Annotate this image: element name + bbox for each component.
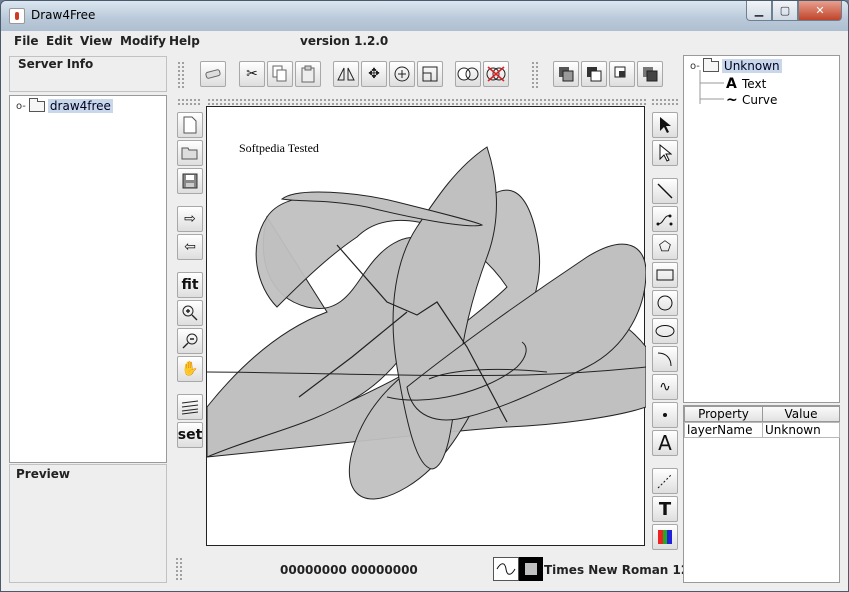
point-tool-icon[interactable]	[652, 402, 678, 428]
order-forward-icon[interactable]	[609, 61, 635, 87]
drawing-canvas[interactable]: Softpedia Tested	[206, 106, 646, 547]
fill-color-inner	[525, 563, 537, 575]
server-info-title: Server Info	[18, 57, 94, 71]
polyline-tool-icon[interactable]	[652, 206, 678, 232]
flip-icon[interactable]	[333, 61, 359, 87]
left-toolbar-grip[interactable]	[177, 98, 201, 106]
polygon-tool-icon[interactable]: ⬠	[652, 234, 678, 260]
scissors-icon[interactable]: ✂	[239, 61, 265, 87]
layers-icon[interactable]	[177, 394, 203, 420]
no-union-icon[interactable]	[483, 61, 509, 87]
open-folder-icon[interactable]	[177, 140, 203, 166]
scale-icon[interactable]	[417, 61, 443, 87]
ellipse-tool-icon[interactable]	[652, 318, 678, 344]
eraser-icon[interactable]	[200, 61, 226, 87]
hand-pan-icon[interactable]: ✋	[177, 356, 203, 382]
minimize-button[interactable]: ▁	[746, 1, 772, 21]
zoom-out-icon[interactable]	[177, 328, 203, 354]
curve-tool-icon[interactable]: ∿	[652, 374, 678, 400]
toolbar-grip-2[interactable]	[531, 61, 539, 89]
canvas-shapes[interactable]	[207, 107, 646, 547]
set-button[interactable]: set	[177, 422, 203, 448]
maximize-button[interactable]: ▢	[772, 1, 798, 21]
server-tree[interactable]: o- draw4free	[9, 95, 167, 463]
layer-item-text-label: Text	[742, 77, 767, 91]
layer-item-curve-label: Curve	[742, 93, 778, 107]
line-tool-icon[interactable]	[652, 178, 678, 204]
fit-button[interactable]: fit	[177, 272, 203, 298]
circle-tool-icon[interactable]	[652, 290, 678, 316]
paste-icon[interactable]	[295, 61, 321, 87]
property-cell[interactable]: layerName	[684, 422, 763, 438]
rotate-icon[interactable]	[389, 61, 415, 87]
stroke-style-icon[interactable]	[493, 557, 519, 581]
layer-tree[interactable]: o- Unknown A Text ~ Curve	[683, 55, 840, 403]
text-tool-button[interactable]: A	[652, 430, 678, 456]
fill-color-swatch[interactable]	[519, 557, 543, 581]
canvas-top-grip	[207, 98, 647, 106]
move-icon[interactable]: ✥	[361, 61, 387, 87]
order-front-icon[interactable]	[637, 61, 663, 87]
value-cell[interactable]: Unknown	[762, 422, 840, 438]
menu-view[interactable]: View	[80, 34, 112, 48]
preview-panel: Preview	[9, 464, 167, 583]
preview-title: Preview	[16, 467, 71, 481]
order-back-icon[interactable]	[553, 61, 579, 87]
property-column-header[interactable]: Property	[684, 406, 763, 422]
folder-icon	[28, 97, 45, 112]
arc-tool-icon[interactable]	[652, 346, 678, 372]
menu-file[interactable]: File	[14, 34, 39, 48]
server-tree-root[interactable]: o- draw4free	[16, 97, 113, 113]
direct-select-icon[interactable]	[652, 140, 678, 166]
close-button[interactable]: ✕	[798, 1, 842, 21]
text-box-tool-button[interactable]: T	[652, 496, 678, 522]
arrow-right-icon[interactable]: ⇨	[177, 206, 203, 232]
version-label: version 1.2.0	[300, 34, 389, 48]
server-info-panel: Server Info	[9, 56, 167, 92]
tree-connector-lines	[699, 70, 724, 104]
order-backward-icon[interactable]	[581, 61, 607, 87]
new-file-icon[interactable]	[177, 112, 203, 138]
java-app-icon	[9, 8, 25, 24]
rectangle-tool-icon[interactable]	[652, 262, 678, 288]
menu-edit[interactable]: Edit	[46, 34, 73, 48]
toolbar-grip[interactable]	[177, 61, 185, 89]
save-icon[interactable]	[177, 168, 203, 194]
menu-help[interactable]: Help	[169, 34, 200, 48]
status-grip	[175, 557, 183, 581]
color-palette-icon[interactable]	[652, 524, 678, 550]
menu-modify[interactable]: Modify	[120, 34, 166, 48]
dashed-line-tool-icon[interactable]	[652, 468, 678, 494]
copy-icon[interactable]	[267, 61, 293, 87]
select-arrow-icon[interactable]	[652, 112, 678, 138]
union-icon[interactable]	[455, 61, 481, 87]
menu-bar: File Edit View Modify Help version 1.2.0	[2, 31, 848, 53]
app-window: Draw4Free ▁ ▢ ✕ File Edit View Modify He…	[0, 0, 849, 592]
zoom-in-icon[interactable]	[177, 300, 203, 326]
server-tree-root-label: draw4free	[47, 99, 113, 113]
cursor-coordinates: 00000000 00000000	[280, 563, 418, 577]
window-controls: ▁ ▢ ✕	[746, 1, 842, 21]
properties-panel: Property Value layerName Unknown	[683, 405, 840, 583]
tree-key-icon: o-	[16, 100, 26, 112]
right-toolbar-grip[interactable]	[651, 98, 679, 106]
window-title: Draw4Free	[31, 8, 96, 22]
title-bar: Draw4Free ▁ ▢ ✕	[1, 1, 848, 31]
arrow-left-icon[interactable]: ⇦	[177, 234, 203, 260]
value-column-header[interactable]: Value	[762, 406, 840, 422]
